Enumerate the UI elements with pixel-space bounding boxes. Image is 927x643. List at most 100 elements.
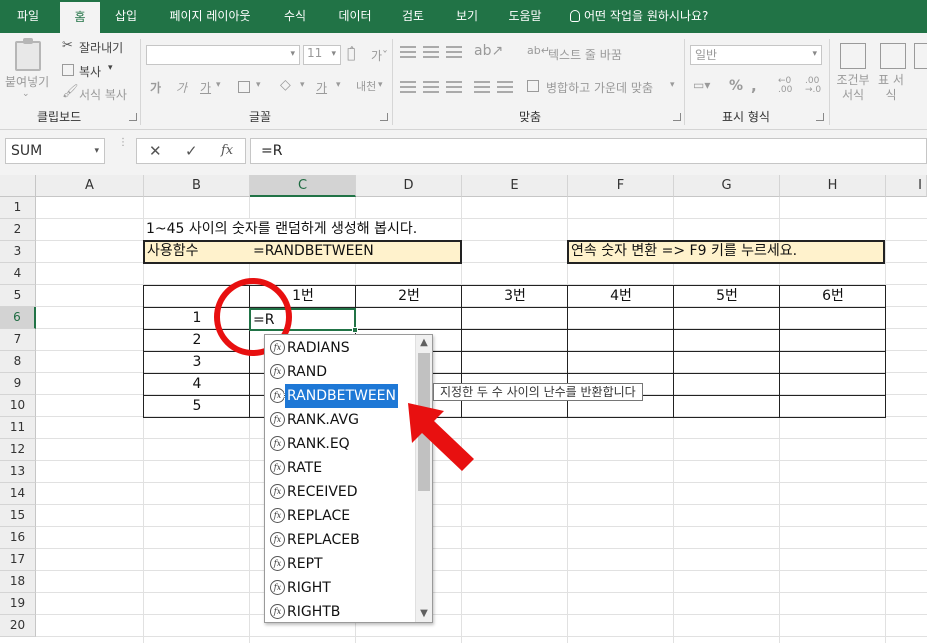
align-top-icon[interactable] <box>400 46 416 58</box>
tab-home[interactable]: 홈 <box>60 2 100 33</box>
autocomplete-item[interactable]: fx RATE <box>267 456 417 480</box>
table-header-cell[interactable]: 3번 <box>462 286 568 307</box>
formula-input[interactable]: =R <box>250 138 927 164</box>
number-format-combo[interactable]: 일반 ▾ <box>690 45 822 65</box>
autocomplete-item-selected[interactable]: fx RANDBETWEEN <box>267 383 417 409</box>
border-icon[interactable] <box>238 81 250 93</box>
fill-handle[interactable] <box>352 327 358 333</box>
row-header[interactable]: 1 <box>0 197 36 219</box>
scroll-up-icon[interactable]: ▲ <box>416 335 432 351</box>
font-size-combo[interactable]: 11 ▾ <box>303 45 341 65</box>
insert-function-icon[interactable]: fx <box>221 143 233 158</box>
tab-data[interactable]: 데이터 <box>330 0 380 33</box>
row-header[interactable]: 18 <box>0 571 36 593</box>
format-painter-button[interactable]: 서식 복사 <box>79 86 127 103</box>
row-header[interactable]: 20 <box>0 615 36 637</box>
phonetic-icon[interactable]: 내천 <box>356 78 376 94</box>
row-number-cell[interactable]: 5 <box>144 396 250 417</box>
increase-decimal-icon[interactable]: ←0.00 <box>778 77 792 95</box>
percent-icon[interactable]: % <box>729 78 743 94</box>
decrease-decimal-icon[interactable]: .00 →.0 <box>805 77 821 95</box>
table-header-cell[interactable]: 4번 <box>568 286 674 307</box>
chevron-down-icon[interactable]: ▾ <box>670 80 675 90</box>
tell-me-search[interactable]: 어떤 작업을 원하시나요? <box>570 0 730 33</box>
align-middle-icon[interactable] <box>423 46 439 58</box>
sheet-title[interactable]: 1~45 사이의 숫자를 랜덤하게 생성해 봅시다. <box>146 219 422 240</box>
row-header[interactable]: 7 <box>0 329 36 351</box>
align-center-icon[interactable] <box>423 81 439 93</box>
autocomplete-item[interactable]: fx RIGHTB <box>267 600 417 624</box>
table-header-cell[interactable]: 6번 <box>780 286 886 307</box>
align-left-icon[interactable] <box>400 81 416 93</box>
paste-icon[interactable] <box>15 38 41 71</box>
column-header-c[interactable]: C <box>250 175 356 197</box>
resize-handle-icon[interactable]: ⋮ <box>118 138 128 148</box>
chevron-down-icon[interactable]: ▾ <box>378 80 383 90</box>
underline-button[interactable]: 가 <box>200 79 211 96</box>
merge-center-button[interactable]: 병합하고 가운데 맞춤 <box>546 79 653 96</box>
column-header-b[interactable]: B <box>144 175 250 197</box>
row-header[interactable]: 12 <box>0 439 36 461</box>
autocomplete-item[interactable]: fx RANK.AVG <box>267 408 417 432</box>
row-header[interactable]: 16 <box>0 527 36 549</box>
wrap-text-button[interactable]: 텍스트 줄 바꿈 <box>548 46 622 63</box>
row-header[interactable]: 9 <box>0 373 36 395</box>
orientation-icon[interactable]: ab↗ <box>474 43 503 59</box>
autocomplete-item[interactable]: fx RAND <box>267 360 417 384</box>
select-all-corner[interactable] <box>0 175 36 197</box>
italic-button[interactable]: 가 <box>176 79 187 96</box>
tab-file[interactable]: 파일 <box>8 0 48 33</box>
autocomplete-item[interactable]: fx RANK.EQ <box>267 432 417 456</box>
column-header-i[interactable]: I <box>886 175 927 197</box>
chevron-down-icon[interactable]: ▾ <box>336 80 341 90</box>
column-header-h[interactable]: H <box>780 175 886 197</box>
column-header-a[interactable]: A <box>36 175 144 197</box>
tab-help[interactable]: 도움말 <box>500 0 550 33</box>
autocomplete-item[interactable]: fx RIGHT <box>267 576 417 600</box>
column-header-d[interactable]: D <box>356 175 462 197</box>
chevron-down-icon[interactable]: ▾ <box>94 139 99 163</box>
decrease-indent-icon[interactable] <box>474 81 490 93</box>
autocomplete-item[interactable]: fx RADIANS <box>267 336 417 360</box>
chevron-down-icon[interactable]: ▾ <box>300 80 305 90</box>
chevron-down-icon[interactable]: ▾ <box>216 80 221 90</box>
font-color-icon[interactable]: 가 <box>316 79 327 96</box>
increase-indent-icon[interactable] <box>497 81 513 93</box>
scroll-down-icon[interactable]: ▼ <box>416 606 432 622</box>
row-header[interactable]: 5 <box>0 285 36 307</box>
autocomplete-item[interactable]: fx REPT <box>267 552 417 576</box>
chevron-down-icon[interactable]: ▾ <box>256 80 261 90</box>
column-header-g[interactable]: G <box>674 175 780 197</box>
font-launcher-icon[interactable] <box>380 113 388 121</box>
row-header[interactable]: 4 <box>0 263 36 285</box>
cell-styles-icon[interactable] <box>914 43 927 69</box>
currency-icon[interactable]: ▭▾ <box>693 78 710 92</box>
autocomplete-item[interactable]: fx REPLACEB <box>267 528 417 552</box>
tab-formulas[interactable]: 수식 <box>275 0 315 33</box>
column-header-e[interactable]: E <box>462 175 568 197</box>
name-box[interactable]: SUM ▾ <box>5 138 105 164</box>
row-header[interactable]: 13 <box>0 461 36 483</box>
cancel-icon[interactable]: ✕ <box>149 142 162 160</box>
tab-view[interactable]: 보기 <box>447 0 487 33</box>
paste-dropdown-icon[interactable]: ⌄ <box>22 89 30 99</box>
row-number-cell[interactable]: 3 <box>144 352 250 373</box>
dropdown-scrollbar[interactable]: ▲ ▼ <box>415 335 432 622</box>
font-name-combo[interactable]: ▾ <box>146 45 300 65</box>
row-header[interactable]: 11 <box>0 417 36 439</box>
alignment-launcher-icon[interactable] <box>673 113 681 121</box>
format-table-button[interactable]: 표 서식 <box>877 73 905 103</box>
enter-icon[interactable]: ✓ <box>185 142 198 160</box>
row-header[interactable]: 10 <box>0 395 36 417</box>
autocomplete-item[interactable]: fx REPLACE <box>267 504 417 528</box>
decrease-font-icon[interactable]: 가ˇ <box>371 47 388 64</box>
column-header-f[interactable]: F <box>568 175 674 197</box>
align-right-icon[interactable] <box>446 81 462 93</box>
row-header[interactable]: 14 <box>0 483 36 505</box>
row-header[interactable]: 15 <box>0 505 36 527</box>
tab-page-layout[interactable]: 페이지 레이아웃 <box>160 0 260 33</box>
tab-insert[interactable]: 삽입 <box>106 0 146 33</box>
clipboard-launcher-icon[interactable] <box>129 113 137 121</box>
bold-button[interactable]: 가 <box>150 79 161 96</box>
row-header[interactable]: 17 <box>0 549 36 571</box>
